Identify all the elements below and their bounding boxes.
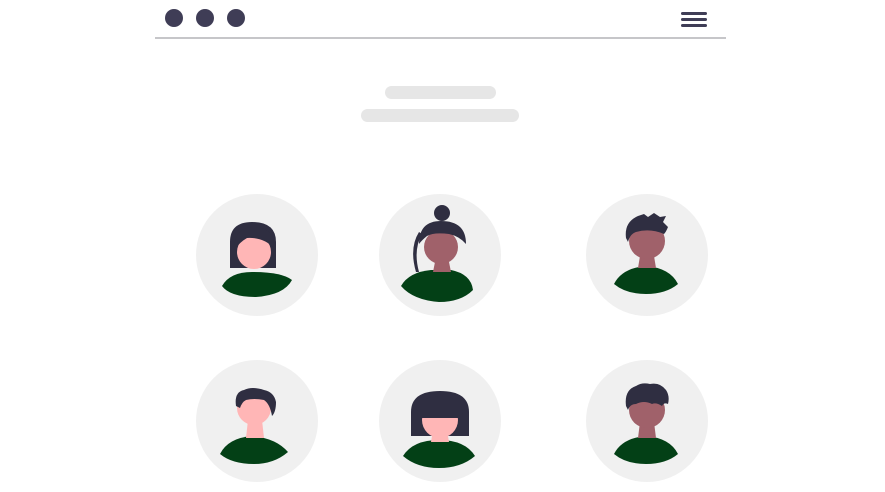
subheading-placeholder bbox=[361, 109, 519, 122]
avatar-1[interactable] bbox=[196, 194, 318, 316]
avatar-5[interactable] bbox=[379, 360, 501, 482]
heading-placeholder bbox=[385, 86, 496, 99]
menu-line bbox=[681, 18, 707, 21]
hair-bun bbox=[434, 205, 450, 221]
avatar-6[interactable] bbox=[586, 360, 708, 482]
hamburger-menu-icon[interactable] bbox=[681, 10, 709, 28]
window-dot-2 bbox=[196, 9, 214, 27]
avatar-4[interactable] bbox=[196, 360, 318, 482]
top-bar bbox=[155, 0, 726, 38]
menu-line bbox=[681, 12, 707, 15]
menu-line bbox=[681, 24, 707, 27]
avatar-3[interactable] bbox=[586, 194, 708, 316]
face bbox=[424, 230, 458, 264]
header-divider bbox=[155, 37, 726, 39]
window-dot-1 bbox=[165, 9, 183, 27]
avatar-2[interactable] bbox=[379, 194, 501, 316]
window-dot-3 bbox=[227, 9, 245, 27]
